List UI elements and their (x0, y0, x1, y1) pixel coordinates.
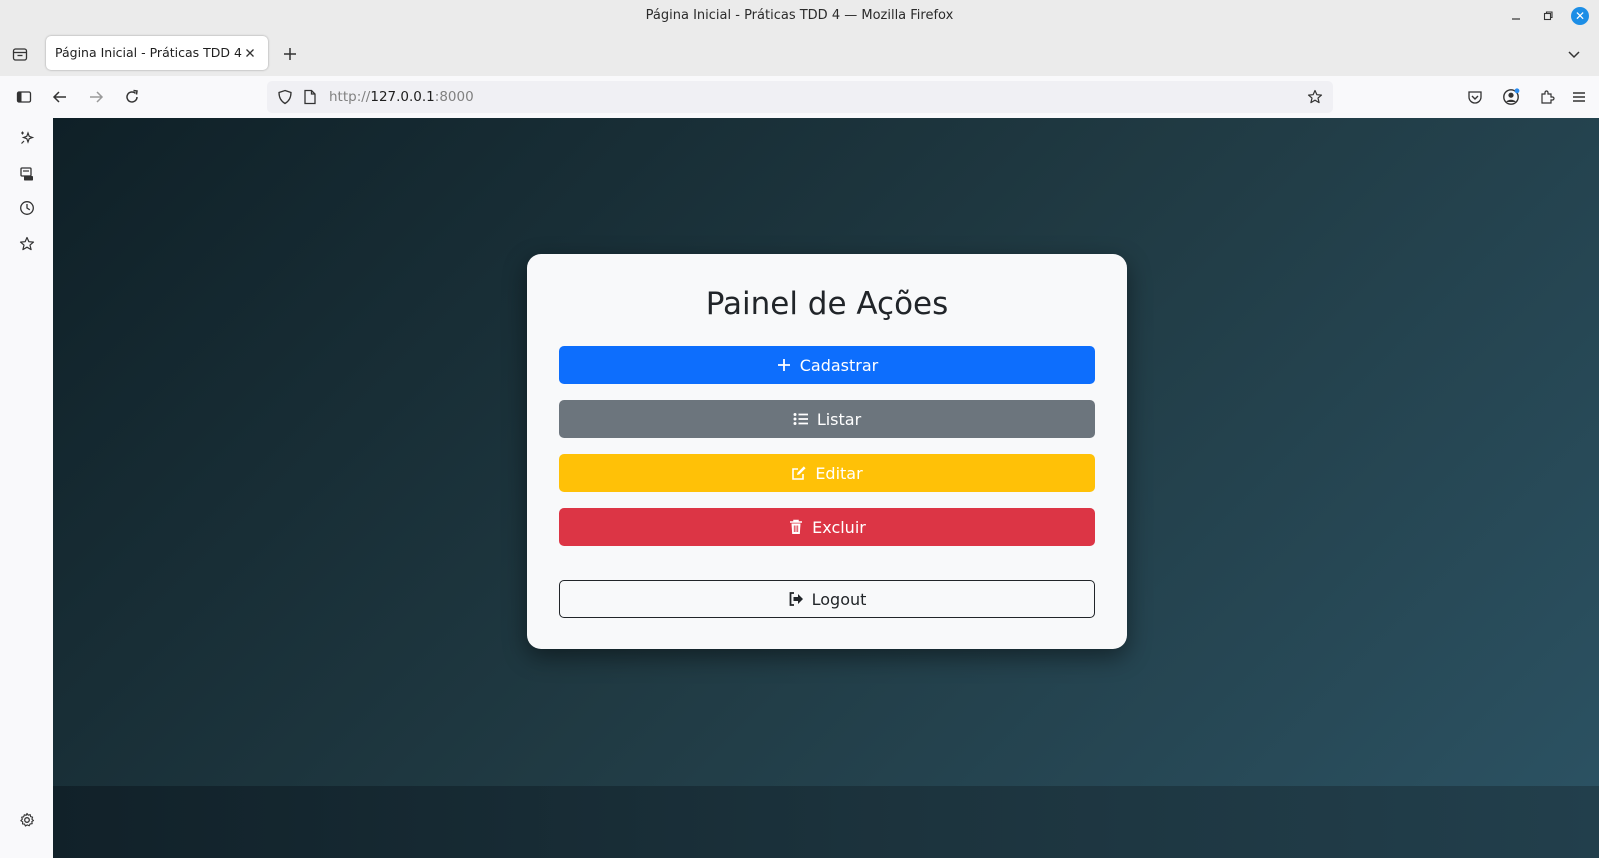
forward-button[interactable] (84, 85, 108, 109)
restore-icon[interactable] (1537, 5, 1559, 27)
arrow-left-icon (52, 91, 66, 103)
firefox-view-icon (12, 48, 28, 61)
trash-icon (788, 519, 804, 535)
editar-label: Editar (815, 463, 863, 483)
logout-label: Logout (811, 589, 867, 609)
account-icon (1503, 88, 1520, 105)
list-icon (793, 411, 809, 427)
list-all-tabs-button[interactable] (1563, 43, 1585, 65)
excluir-button[interactable]: Excluir (559, 508, 1095, 546)
bookmark-star-icon[interactable] (1307, 89, 1323, 105)
sidebar-icon (16, 91, 32, 103)
chevron-down-icon (1568, 51, 1580, 59)
close-icon (246, 49, 254, 57)
logout-button[interactable]: Logout (559, 580, 1095, 618)
hamburger-menu-icon (1573, 92, 1585, 102)
page-info-icon[interactable] (303, 89, 317, 105)
reload-button[interactable] (120, 85, 144, 109)
minimize-icon[interactable] (1505, 5, 1527, 27)
edit-icon (791, 465, 807, 481)
tab-close-button[interactable] (240, 43, 260, 63)
url-scheme: http:// (329, 89, 371, 105)
settings-icon[interactable] (15, 808, 39, 832)
page-title: Painel de Ações (705, 286, 949, 322)
listar-button[interactable]: Listar (559, 400, 1095, 438)
reload-icon (126, 89, 138, 103)
new-tab-button[interactable] (279, 43, 301, 65)
window-title: Página Inicial - Práticas TDD 4 — Mozill… (645, 8, 954, 23)
plus-icon (776, 357, 792, 373)
pocket-button[interactable] (1463, 85, 1487, 109)
cadastrar-button[interactable]: Cadastrar (559, 346, 1095, 384)
tab-label: Página Inicial - Práticas TDD 4 (55, 45, 242, 60)
listar-label: Listar (816, 409, 862, 429)
tab-bar: Página Inicial - Práticas TDD 4 (0, 32, 1599, 76)
page-footer (53, 786, 1599, 858)
browser-sidebar (0, 118, 54, 858)
extensions-button[interactable] (1535, 85, 1559, 109)
synced-tabs-icon[interactable] (15, 162, 39, 186)
pocket-icon (1468, 91, 1482, 104)
history-icon[interactable] (15, 196, 39, 220)
plus-icon (284, 48, 296, 60)
firefox-view-button[interactable] (9, 43, 31, 65)
actions-panel-card: Painel de Ações Cadastrar Listar Editar … (527, 254, 1127, 649)
navigation-toolbar: http://127.0.0.1:8000 (0, 76, 1599, 119)
tab-active[interactable]: Página Inicial - Práticas TDD 4 (46, 36, 268, 70)
url-text[interactable]: http://127.0.0.1:8000 (329, 81, 474, 113)
ai-chatbot-icon[interactable] (15, 126, 39, 150)
puzzle-icon (1541, 90, 1555, 104)
sidebar-toggle-button[interactable] (12, 85, 36, 109)
window-controls: ✕ (1505, 0, 1591, 32)
excluir-label: Excluir (812, 517, 866, 537)
close-window-button[interactable]: ✕ (1569, 5, 1591, 27)
bookmarks-icon[interactable] (15, 232, 39, 256)
arrow-right-icon (90, 91, 104, 103)
address-bar[interactable]: http://127.0.0.1:8000 (267, 81, 1333, 113)
cadastrar-label: Cadastrar (799, 355, 879, 375)
sign-out-icon (788, 591, 804, 607)
back-button[interactable] (48, 85, 72, 109)
tracking-protection-icon[interactable] (277, 89, 293, 105)
window-titlebar: Página Inicial - Práticas TDD 4 — Mozill… (0, 0, 1599, 32)
app-menu-button[interactable] (1567, 85, 1591, 109)
editar-button[interactable]: Editar (559, 454, 1095, 492)
url-port: :8000 (434, 89, 474, 105)
page-viewport: Painel de Ações Cadastrar Listar Editar … (53, 118, 1599, 858)
account-button[interactable] (1499, 85, 1523, 109)
close-icon: ✕ (1571, 7, 1589, 25)
url-host: 127.0.0.1 (370, 89, 435, 105)
